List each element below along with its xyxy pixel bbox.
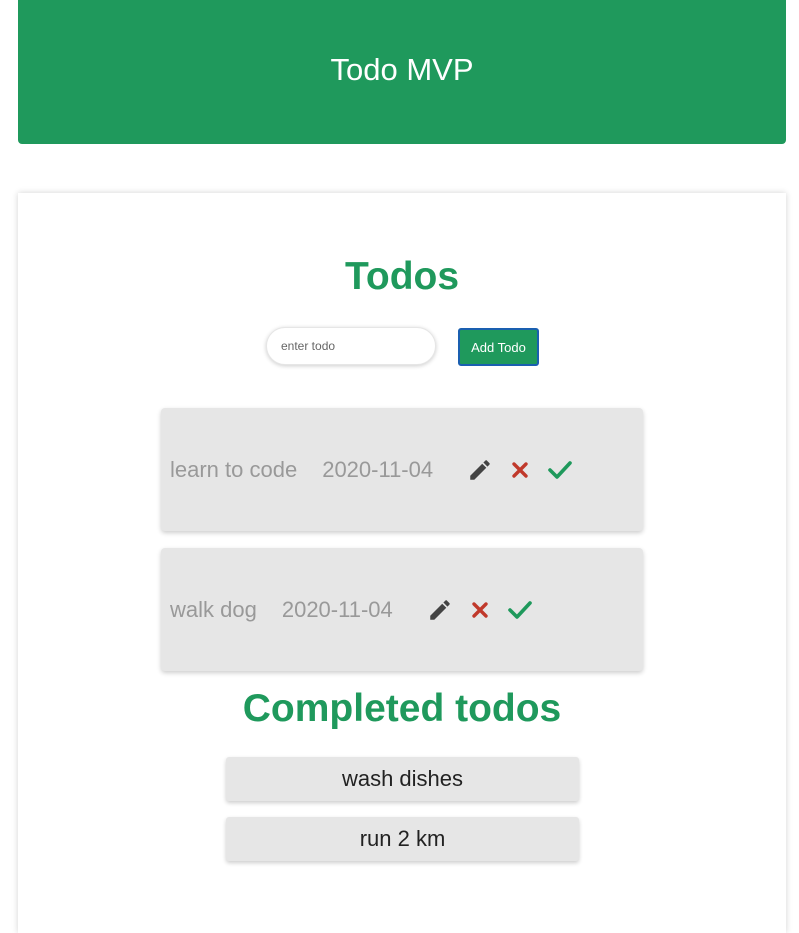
todo-date: 2020-11-04	[322, 457, 434, 482]
todo-input[interactable]	[266, 327, 436, 365]
app-title: Todo MVP	[330, 52, 474, 87]
todo-text: walk dog	[170, 597, 257, 622]
completed-text: run 2 km	[359, 826, 446, 851]
completed-item: wash dishes	[226, 757, 579, 801]
close-icon[interactable]	[507, 457, 533, 483]
todo-date: 2020-11-04	[281, 597, 393, 622]
todo-item: learn to code 2020-11-04	[161, 408, 643, 531]
completed-heading: Completed todos	[242, 687, 562, 730]
pencil-icon[interactable]	[467, 457, 493, 483]
todos-heading: Todos	[344, 255, 460, 298]
completed-item: run 2 km	[226, 817, 579, 861]
completed-text: wash dishes	[341, 766, 464, 791]
close-icon[interactable]	[467, 597, 493, 623]
main-card: Todos Add Todo learn to code 2020-11-04 …	[18, 193, 786, 933]
app-header: Todo MVP	[18, 0, 786, 144]
add-todo-button[interactable]: Add Todo	[458, 328, 539, 366]
pencil-icon[interactable]	[427, 597, 453, 623]
checkmark-icon[interactable]	[547, 457, 573, 483]
todo-item: walk dog 2020-11-04	[161, 548, 643, 671]
todo-text: learn to code	[170, 457, 298, 482]
checkmark-icon[interactable]	[507, 597, 533, 623]
